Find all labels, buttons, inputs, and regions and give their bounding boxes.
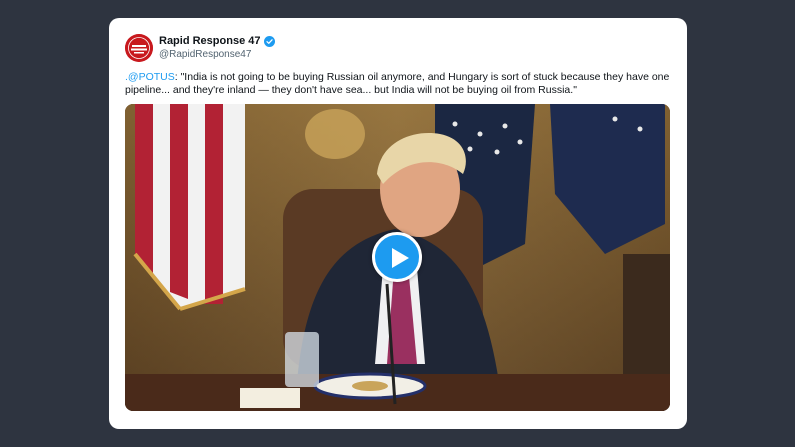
- potus-mention-link[interactable]: .@POTUS: [125, 71, 175, 83]
- avatar[interactable]: [125, 34, 153, 62]
- tweet-text: .@POTUS: "India is not going to be buyin…: [125, 71, 673, 97]
- verified-badge-icon: [264, 35, 276, 47]
- rapid-response-logo-icon: [125, 34, 153, 62]
- tweet-video[interactable]: [125, 104, 670, 411]
- tweet-card: Rapid Response 47 @RapidResponse47 .@POT…: [109, 18, 687, 429]
- tweet-body-text: : "India is not going to be buying Russi…: [125, 71, 670, 96]
- author-display-name[interactable]: Rapid Response 47: [159, 34, 260, 48]
- author-names: Rapid Response 47 @RapidResponse47: [159, 34, 276, 62]
- tweet-header: Rapid Response 47 @RapidResponse47: [125, 34, 525, 64]
- play-icon: [392, 248, 409, 268]
- play-button[interactable]: [372, 232, 422, 282]
- author-handle[interactable]: @RapidResponse47: [159, 48, 275, 62]
